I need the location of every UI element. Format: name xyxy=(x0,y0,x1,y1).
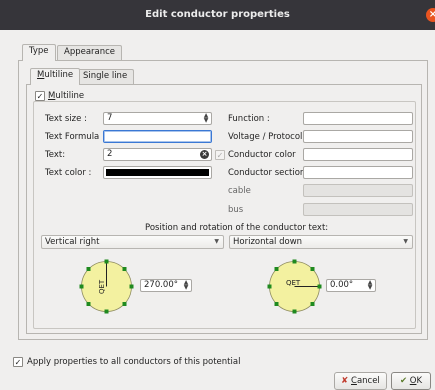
text-value: 2 xyxy=(107,149,113,159)
apply-all-label[interactable]: Apply properties to all conductors of th… xyxy=(27,357,240,367)
ok-icon: ✔ xyxy=(399,376,408,386)
voltage-label: Voltage / Protocol : xyxy=(228,132,308,142)
bus-label: bus xyxy=(228,205,244,215)
vertical-angle-value: 270.00° xyxy=(144,280,178,290)
text-color-button[interactable] xyxy=(103,166,212,179)
text-size-label: Text size : xyxy=(45,114,87,124)
function-input[interactable] xyxy=(303,112,413,125)
apply-all-checkbox[interactable]: ✓ xyxy=(13,357,23,367)
clear-icon[interactable]: × xyxy=(200,150,209,159)
dial-label: QET xyxy=(286,279,301,287)
multiline-checkbox[interactable]: ✓ xyxy=(35,91,45,101)
horizontal-angle-value: 0.00° xyxy=(330,280,354,290)
conductor-color-checkbox[interactable]: ✓ xyxy=(215,150,225,160)
horizontal-rotation-dial[interactable]: QET xyxy=(266,258,323,315)
ok-label: K xyxy=(416,376,423,386)
text-input[interactable]: 2 × xyxy=(103,148,212,161)
horizontal-position-select[interactable]: Horizontal down ▼ xyxy=(229,235,413,249)
horizontal-position-value: Horizontal down xyxy=(233,237,303,247)
multiline-tab-label: ultiline xyxy=(44,70,74,80)
text-size-value: 7 xyxy=(107,113,113,123)
ok-button[interactable]: ✔ OK xyxy=(391,372,431,390)
spin-arrows-icon[interactable]: ▲ ▼ xyxy=(366,280,374,291)
rotation-heading: Position and rotation of the conductor t… xyxy=(145,223,329,233)
close-icon[interactable]: × xyxy=(426,8,435,22)
text-label: Text: xyxy=(45,150,66,160)
vertical-angle-spinbox[interactable]: 270.00° ▲ ▼ xyxy=(140,279,192,292)
vertical-rotation-dial[interactable]: QET xyxy=(78,258,135,315)
function-label: Function : xyxy=(228,114,270,124)
tab-type[interactable]: Type xyxy=(22,44,56,61)
window-title: Edit conductor properties xyxy=(145,9,290,20)
conductor-color-input[interactable] xyxy=(303,148,413,161)
vertical-position-select[interactable]: Vertical right ▼ xyxy=(41,235,224,249)
chevron-down-icon: ▼ xyxy=(403,238,408,245)
conductor-section-label: Conductor section xyxy=(228,168,306,178)
vertical-position-value: Vertical right xyxy=(45,237,100,247)
text-formula-label: Text Formula : xyxy=(45,132,105,142)
chevron-down-icon: ▼ xyxy=(214,238,219,245)
text-formula-input[interactable] xyxy=(103,130,212,143)
text-color-label: Text color : xyxy=(45,168,92,178)
conductor-color-label: Conductor color xyxy=(228,150,296,160)
spin-arrows-icon[interactable]: ▲ ▼ xyxy=(182,280,190,291)
multiline-check-label: Multiline xyxy=(48,91,84,101)
horizontal-angle-spinbox[interactable]: 0.00° ▲ ▼ xyxy=(326,279,376,292)
cancel-label: ancel xyxy=(356,376,380,386)
subtab-single-line[interactable]: Single line xyxy=(76,69,135,84)
text-color-swatch xyxy=(106,169,209,176)
cancel-button[interactable]: ✘ Cancel xyxy=(334,372,387,390)
tab-appearance[interactable]: Appearance xyxy=(57,45,123,60)
voltage-input[interactable] xyxy=(303,130,413,143)
dial-label: QET xyxy=(98,279,106,294)
text-size-spinbox[interactable]: 7 ▲ ▼ xyxy=(103,112,212,125)
cancel-icon: ✘ xyxy=(341,376,349,386)
cable-label: cable xyxy=(228,186,251,196)
title-bar: Edit conductor properties × xyxy=(0,0,435,30)
conductor-section-input[interactable] xyxy=(303,166,413,179)
subtab-multiline[interactable]: Multiline xyxy=(30,68,81,85)
spin-arrows-icon[interactable]: ▲ ▼ xyxy=(202,113,210,124)
multiline-check-text: ultiline xyxy=(55,91,85,101)
bus-input xyxy=(303,203,413,216)
cable-input xyxy=(303,184,413,197)
